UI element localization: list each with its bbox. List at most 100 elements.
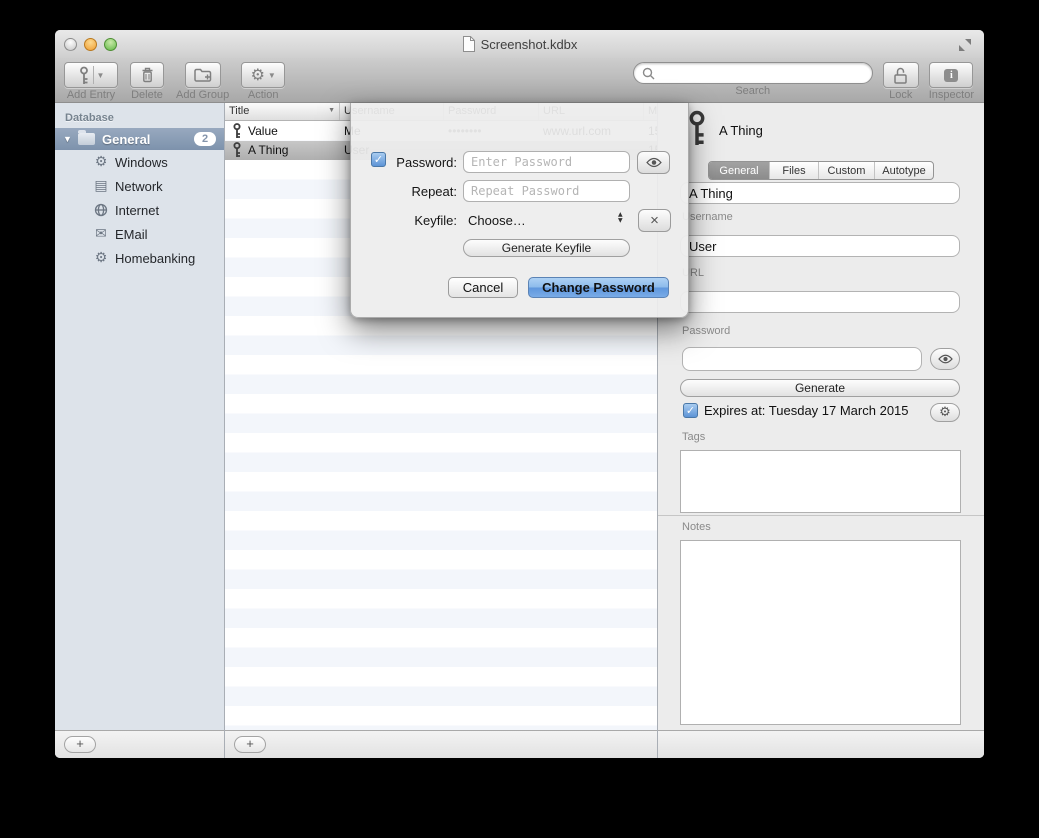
- tab-files[interactable]: Files: [769, 162, 818, 179]
- entry-list-footer: +: [225, 730, 657, 758]
- repeat-input[interactable]: [463, 180, 630, 202]
- add-group-button[interactable]: [185, 62, 221, 88]
- close-icon: ×: [650, 212, 659, 229]
- column-header-title[interactable]: Title ▼: [225, 103, 340, 120]
- change-password-button[interactable]: Change Password: [528, 277, 669, 298]
- inspector-panel: A Thing General Files Custom Autotype Us…: [658, 103, 984, 758]
- toolbar-right-group: Search Lock i Inspector: [633, 58, 984, 101]
- eye-icon: [938, 354, 953, 364]
- password-input[interactable]: [463, 151, 630, 173]
- generate-keyfile-button[interactable]: Generate Keyfile: [463, 239, 630, 257]
- add-entry-item: ▼ Add Entry: [64, 62, 118, 101]
- keyfile-label: Keyfile:: [381, 213, 457, 228]
- document-icon: [462, 36, 475, 52]
- inspector-button[interactable]: i: [929, 62, 973, 88]
- sidebar-item-internet[interactable]: Internet: [55, 198, 224, 222]
- chevron-down-icon[interactable]: ▼: [97, 71, 105, 80]
- delete-item: Delete: [130, 62, 164, 101]
- entry-title: Value: [248, 124, 278, 138]
- sidebar-item-label: EMail: [115, 227, 148, 242]
- expires-checkbox[interactable]: ✓: [683, 403, 698, 418]
- key-icon: [232, 142, 242, 158]
- username-field[interactable]: [680, 235, 960, 257]
- action-button[interactable]: ⚙ ▼: [241, 62, 285, 88]
- notes-field[interactable]: [680, 540, 961, 725]
- delete-button[interactable]: [130, 62, 164, 88]
- password-field[interactable]: [682, 347, 922, 371]
- tags-label: Tags: [682, 431, 705, 443]
- tab-custom[interactable]: Custom: [818, 162, 874, 179]
- section-divider: [658, 515, 984, 516]
- fullscreen-icon[interactable]: [957, 37, 973, 53]
- button-divider: [93, 66, 94, 84]
- search-input[interactable]: [659, 66, 864, 80]
- toolbar: ▼ Add Entry Delete: [55, 58, 984, 103]
- inspector-entry-title: A Thing: [719, 123, 763, 138]
- search-icon: [642, 67, 655, 80]
- sort-indicator-icon: ▼: [328, 107, 335, 114]
- sidebar-item-network[interactable]: ▤ Network: [55, 174, 224, 198]
- inspector-tabs: General Files Custom Autotype: [708, 161, 934, 180]
- cancel-button[interactable]: Cancel: [448, 277, 518, 298]
- sidebar-group-general[interactable]: ▼ General 2: [55, 128, 224, 150]
- window-title: Screenshot.kdbx: [481, 37, 578, 52]
- key-icon: [78, 66, 90, 85]
- show-password-button[interactable]: [637, 151, 670, 174]
- expires-settings-button[interactable]: ⚙: [930, 403, 960, 422]
- lock-button[interactable]: [883, 62, 919, 88]
- add-entry-button[interactable]: ▼: [64, 62, 118, 88]
- gear-icon: ⚙: [939, 406, 951, 419]
- add-entry-label: Add Entry: [67, 89, 115, 101]
- sidebar-item-homebanking[interactable]: ⚙ Homebanking: [55, 246, 224, 270]
- url-field[interactable]: [680, 291, 960, 313]
- sidebar-group-label: General: [102, 132, 150, 147]
- globe-icon: [92, 203, 110, 218]
- sidebar-item-label: Homebanking: [115, 251, 195, 266]
- password-label: Password: [682, 325, 730, 337]
- sidebar-item-label: Windows: [115, 155, 168, 170]
- key-icon: [232, 123, 242, 139]
- sidebar-item-windows[interactable]: ⚙ Windows: [55, 150, 224, 174]
- add-group-footer-button[interactable]: +: [64, 736, 96, 753]
- search-field[interactable]: [633, 62, 873, 84]
- lock-label: Lock: [889, 89, 912, 101]
- inspector-item: i Inspector: [929, 62, 974, 101]
- group-count-badge: 2: [194, 132, 216, 146]
- sidebar-item-label: Network: [115, 179, 163, 194]
- info-icon: i: [944, 69, 958, 82]
- server-icon: ▤: [92, 179, 110, 193]
- stepper-icon[interactable]: ▲▼: [618, 212, 623, 224]
- envelope-icon: ✉: [92, 227, 110, 241]
- tab-general[interactable]: General: [709, 162, 769, 179]
- add-group-item: Add Group: [176, 62, 229, 101]
- generate-password-button[interactable]: Generate: [680, 379, 960, 397]
- action-item: ⚙ ▼ Action: [241, 62, 285, 101]
- sidebar-item-email[interactable]: ✉ EMail: [55, 222, 224, 246]
- eye-icon: [646, 157, 662, 168]
- disclosure-triangle-icon[interactable]: ▼: [63, 134, 72, 144]
- gear-icon: ⚙: [92, 251, 110, 265]
- expires-label: Expires at: Tuesday 17 March 2015: [704, 403, 909, 418]
- titlebar: Screenshot.kdbx: [55, 30, 984, 58]
- folder-icon: [78, 133, 95, 145]
- tags-field[interactable]: [680, 450, 961, 513]
- show-password-button[interactable]: [930, 348, 960, 370]
- notes-label: Notes: [682, 521, 711, 533]
- clear-keyfile-button[interactable]: ×: [638, 209, 671, 232]
- add-entry-footer-button[interactable]: +: [234, 736, 266, 753]
- gear-icon: ⚙: [92, 155, 110, 169]
- tab-autotype[interactable]: Autotype: [874, 162, 933, 179]
- inspector-label: Inspector: [929, 89, 974, 101]
- folder-plus-icon: [194, 68, 212, 82]
- sidebar: Database ▼ General 2 ⚙ Windows ▤ Network: [55, 103, 225, 758]
- lock-item: Lock: [883, 62, 919, 101]
- sidebar-footer: +: [55, 730, 224, 758]
- repeat-label: Repeat:: [381, 184, 457, 199]
- username-label: Username: [682, 211, 733, 223]
- sidebar-header: Database: [55, 103, 224, 128]
- inspector-footer: [658, 730, 984, 758]
- chevron-down-icon: ▼: [268, 71, 276, 80]
- title-field[interactable]: [680, 182, 960, 204]
- keyfile-popup[interactable]: Choose…: [468, 213, 526, 228]
- password-label: Password:: [381, 155, 457, 170]
